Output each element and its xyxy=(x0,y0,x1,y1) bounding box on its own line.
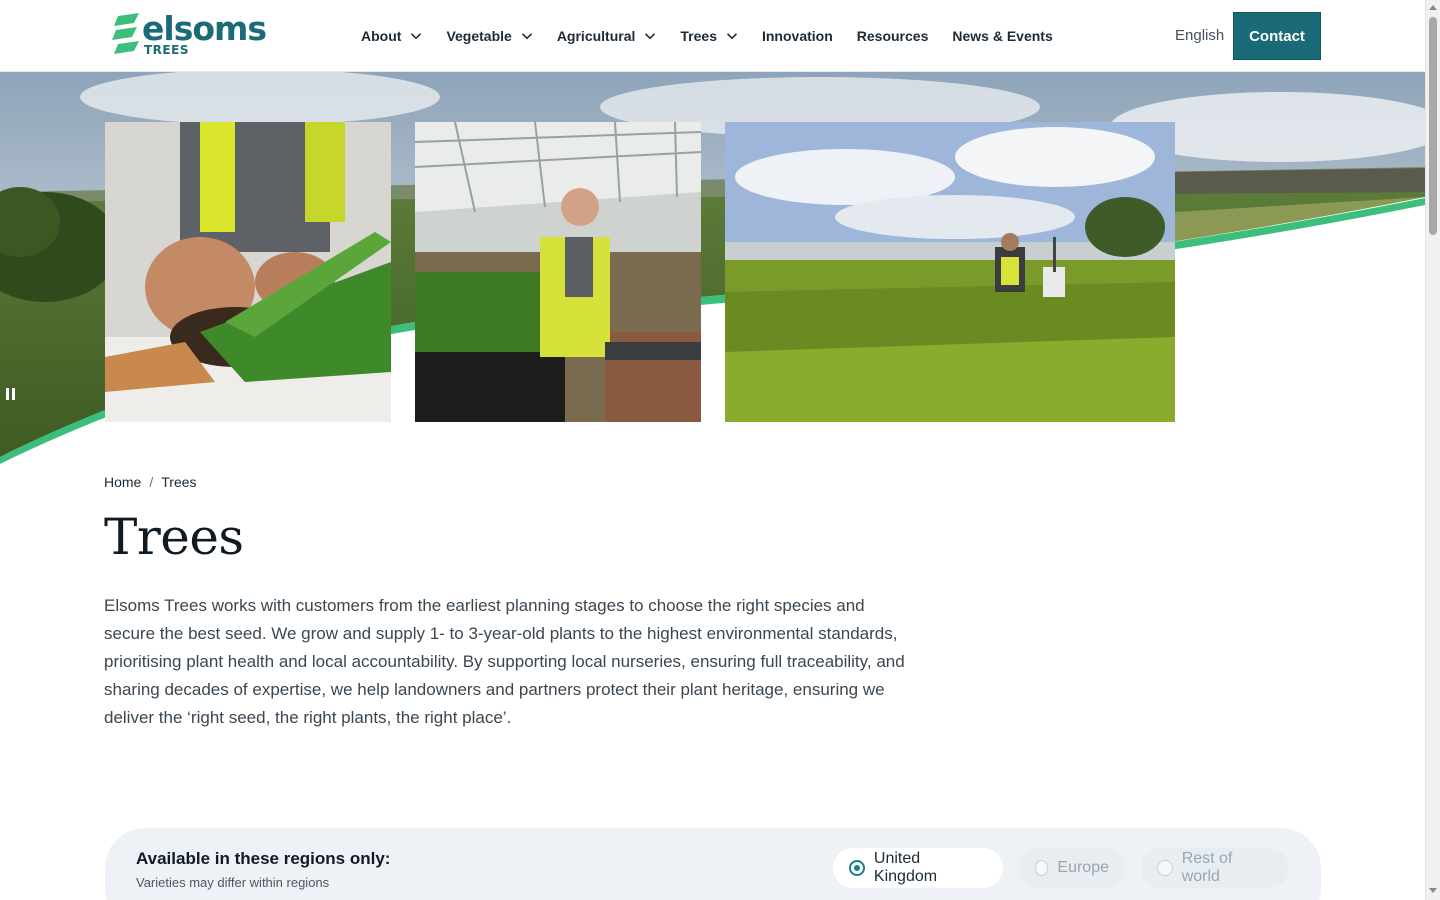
scroll-down-arrow-icon[interactable] xyxy=(1429,888,1437,893)
scroll-up-arrow-icon[interactable] xyxy=(1429,5,1437,10)
page-intro: Elsoms Trees works with customers from t… xyxy=(104,596,905,727)
nav-label: Innovation xyxy=(761,28,833,44)
tree-nursery-field-photo xyxy=(725,122,1175,422)
nav-label: Trees xyxy=(680,28,717,44)
region-label: United Kingdom xyxy=(873,850,938,885)
nav-label: About xyxy=(361,28,402,44)
site-header: elsoms TREES About Vegetable Agricultura… xyxy=(0,0,1425,72)
regions-subtitle: Varieties may differ within regions xyxy=(136,875,330,890)
chevron-down-icon xyxy=(411,33,422,40)
radio-selected-icon xyxy=(849,860,865,876)
logo-text: elsoms xyxy=(142,9,267,48)
nav-item-resources[interactable]: Resources xyxy=(857,28,929,44)
nav-item-innovation[interactable]: Innovation xyxy=(762,28,833,44)
nav-item-vegetable[interactable]: Vegetable xyxy=(446,28,532,44)
nav-item-about[interactable]: About xyxy=(361,28,422,44)
radio-unselected-icon xyxy=(1035,860,1049,876)
breadcrumb-home-link[interactable]: Home xyxy=(104,474,141,490)
contact-button[interactable]: Contact xyxy=(1233,12,1321,60)
region-option-europe[interactable]: Europe xyxy=(1019,848,1125,888)
seedling-roots-photo xyxy=(105,122,391,422)
page-title: Trees xyxy=(104,508,244,566)
language-selector[interactable]: English xyxy=(1175,27,1224,44)
logo-subtext: TREES xyxy=(144,43,189,57)
chevron-down-icon xyxy=(521,33,532,40)
nav-label: News & Events xyxy=(952,28,1053,44)
slideshow-pause-button[interactable] xyxy=(6,388,18,402)
nav-item-news-events[interactable]: News & Events xyxy=(952,28,1052,44)
nav-label: Resources xyxy=(856,28,929,44)
nav-item-trees[interactable]: Trees xyxy=(680,28,738,44)
region-option-united-kingdom[interactable]: United Kingdom xyxy=(833,848,1003,888)
breadcrumb-separator: / xyxy=(149,474,154,490)
region-option-rest-of-world[interactable]: Rest of world xyxy=(1141,848,1289,888)
nav-label: Agricultural xyxy=(556,28,636,44)
main-nav: About Vegetable Agricultural Trees Innov… xyxy=(361,0,1077,72)
greenhouse-worker-photo xyxy=(415,122,701,422)
regions-title: Available in these regions only: xyxy=(136,849,391,868)
pause-icon xyxy=(6,388,9,400)
scrollbar-thumb[interactable] xyxy=(1429,17,1437,235)
breadcrumb: Home / Trees xyxy=(104,474,197,490)
regions-availability-panel: Available in these regions only: Varieti… xyxy=(105,828,1321,900)
chevron-down-icon xyxy=(645,33,656,40)
page-scrollbar[interactable] xyxy=(1425,0,1440,900)
region-label: Rest of world xyxy=(1181,850,1233,885)
radio-unselected-icon xyxy=(1157,860,1173,876)
logo-mark-icon xyxy=(112,13,139,54)
region-label: Europe xyxy=(1057,859,1109,876)
breadcrumb-current: Trees xyxy=(161,474,197,490)
nav-item-agricultural[interactable]: Agricultural xyxy=(557,28,657,44)
nav-label: Vegetable xyxy=(446,28,512,44)
chevron-down-icon xyxy=(726,33,738,40)
elsoms-trees-logo[interactable]: elsoms TREES xyxy=(112,12,272,60)
